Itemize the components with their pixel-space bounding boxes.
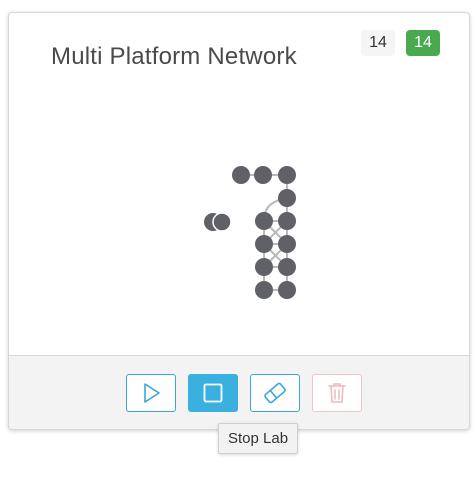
node — [278, 258, 296, 276]
node — [278, 212, 296, 230]
eraser-icon — [264, 382, 286, 404]
lab-actions-toolbar — [9, 355, 469, 429]
stop-lab-button[interactable] — [188, 374, 238, 412]
delete-lab-button[interactable] — [312, 374, 362, 412]
lab-card[interactable]: Multi Platform Network 14 14 — [8, 12, 470, 430]
node — [278, 281, 296, 299]
trash-icon — [328, 383, 346, 403]
stop-icon — [203, 383, 223, 403]
node — [255, 235, 273, 253]
stop-lab-tooltip: Stop Lab — [218, 423, 299, 454]
wipe-lab-button[interactable] — [250, 374, 300, 412]
start-lab-button[interactable] — [126, 374, 176, 412]
node — [254, 166, 272, 184]
node — [255, 281, 273, 299]
node — [212, 212, 232, 232]
topology-nodes — [204, 166, 296, 299]
node — [232, 166, 250, 184]
node — [278, 189, 296, 207]
node — [255, 212, 273, 230]
node — [278, 166, 296, 184]
node — [255, 258, 273, 276]
topology-preview — [204, 166, 296, 299]
node — [278, 235, 296, 253]
play-icon — [144, 383, 160, 403]
